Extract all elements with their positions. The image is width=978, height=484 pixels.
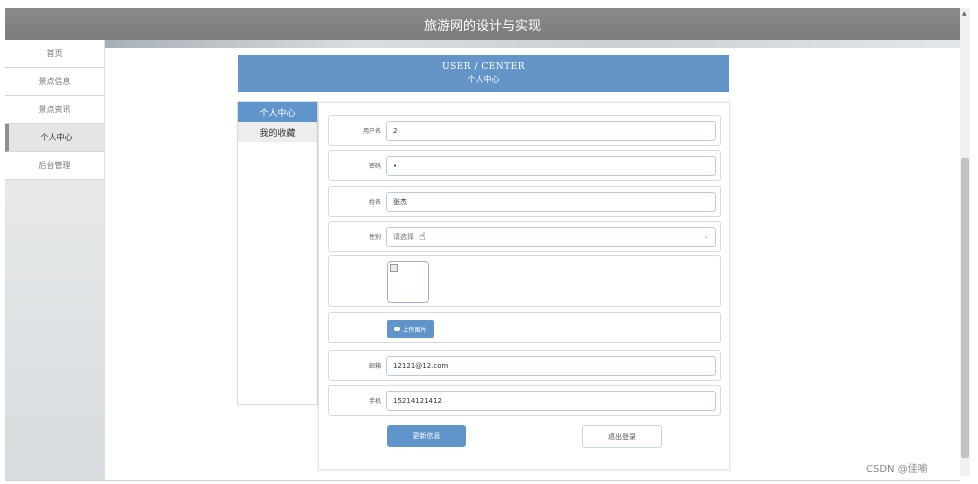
avatar-image[interactable] (387, 261, 429, 303)
logout-button[interactable]: 退出登录 (582, 425, 662, 448)
bottom-divider (5, 480, 960, 481)
upload-row: 上传图片 (328, 312, 721, 343)
password-input[interactable]: • (386, 156, 716, 176)
username-input[interactable]: 2 (386, 121, 716, 141)
name-input[interactable]: 张杰 (386, 192, 716, 212)
email-label: 邮箱 (368, 363, 381, 370)
site-header: 旅游网的设计与实现 (5, 8, 960, 40)
site-title: 旅游网的设计与实现 (423, 18, 541, 34)
email-input[interactable]: 12121@12.com (386, 356, 716, 376)
password-row: 密码 • (328, 150, 721, 181)
vertical-scrollbar[interactable]: ▲ (960, 8, 970, 476)
gender-select[interactable]: 请选择 ☝ ⌄ (386, 227, 716, 247)
gender-select-value: 请选择 (393, 233, 414, 241)
sidebar-item-label: 个人中心 (40, 133, 73, 142)
sidebar-item-news[interactable]: 景点资讯 (5, 96, 104, 124)
profile-form: 用户名 2 密码 • 姓名 张杰 性别 请选择 ☝ ⌄ 上传图片 邮箱 1212… (318, 102, 730, 470)
upload-button-label: 上传图片 (402, 326, 427, 334)
user-tabs: 个人中心 我的收藏 (237, 101, 318, 405)
sidebar-item-label: 后台管理 (38, 161, 71, 170)
top-strip (0, 0, 978, 8)
sidebar-item-label: 景点资讯 (38, 105, 71, 114)
sidebar-item-home[interactable]: 首页 (5, 40, 104, 68)
banner-image (105, 40, 960, 48)
gender-label: 性别 (368, 234, 381, 241)
gender-row: 性别 请选择 ☝ ⌄ (328, 221, 721, 252)
name-row: 姓名 张杰 (328, 186, 721, 217)
name-label: 姓名 (368, 199, 381, 206)
scroll-up-icon[interactable]: ▲ (962, 10, 967, 17)
chevron-down-icon: ⌄ (703, 233, 709, 240)
avatar-row (328, 255, 721, 307)
username-label: 用户名 (362, 128, 381, 135)
user-center-en-title: USER / CENTER (441, 62, 526, 72)
upload-image-button[interactable]: 上传图片 (387, 320, 434, 338)
phone-input[interactable]: 15214121412 (386, 391, 716, 411)
hand-pointer-icon: ☝ (419, 230, 426, 243)
scrollbar-thumb[interactable] (961, 158, 969, 458)
user-center-header: USER / CENTER 个人中心 (238, 55, 729, 92)
tab-my-favorites[interactable]: 我的收藏 (238, 122, 317, 142)
username-row: 用户名 2 (328, 115, 721, 146)
tab-user-center[interactable]: 个人中心 (238, 102, 317, 122)
broken-image-icon (390, 264, 398, 272)
password-label: 密码 (368, 163, 381, 170)
cloud-upload-icon (394, 327, 401, 331)
sidebar-nav: 首页 景点信息 景点资讯 个人中心 后台管理 (5, 40, 105, 480)
sidebar-item-admin[interactable]: 后台管理 (5, 152, 104, 180)
watermark: CSDN @佳喻 (866, 464, 928, 475)
phone-row: 手机 15214121412 (328, 385, 721, 416)
phone-label: 手机 (368, 398, 381, 405)
email-row: 邮箱 12121@12.com (328, 350, 721, 381)
sidebar-item-attractions[interactable]: 景点信息 (5, 68, 104, 96)
sidebar-item-label: 首页 (46, 49, 63, 58)
sidebar-item-user-center[interactable]: 个人中心 (5, 124, 104, 152)
update-info-button[interactable]: 更新信息 (387, 425, 466, 447)
user-center-cn-title: 个人中心 (467, 75, 500, 84)
sidebar-item-label: 景点信息 (38, 77, 71, 86)
